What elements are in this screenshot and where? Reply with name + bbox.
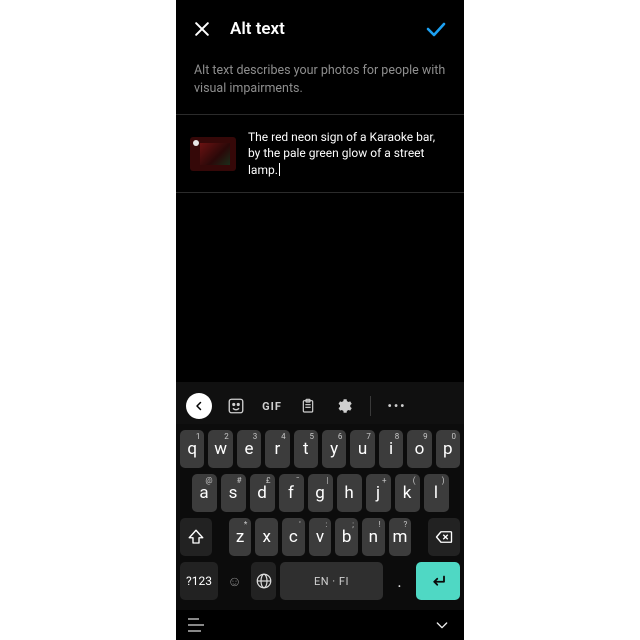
android-navbar — [176, 610, 464, 640]
key-backspace[interactable] — [428, 518, 460, 556]
key-c[interactable]: c' — [282, 518, 305, 556]
key-a[interactable]: a@ — [192, 474, 217, 512]
nav-hide-keyboard-icon[interactable] — [432, 617, 452, 633]
more-icon[interactable]: ••• — [385, 394, 409, 418]
description-text: Alt text describes your photos for peopl… — [176, 50, 464, 115]
key-period[interactable]: . — [387, 562, 412, 600]
clipboard-icon[interactable] — [296, 394, 320, 418]
close-button[interactable] — [188, 15, 216, 43]
key-space[interactable]: EN · FI — [280, 562, 383, 600]
key-shift[interactable] — [180, 518, 212, 556]
keyboard-row-1: q1 w2 e3 r4 t5 y6 u7 i8 o9 p0 — [180, 430, 460, 468]
key-r[interactable]: r4 — [265, 430, 289, 468]
key-n[interactable]: n! — [362, 518, 385, 556]
key-enter[interactable] — [416, 562, 460, 600]
key-x[interactable]: x — [255, 518, 278, 556]
alt-text-value: The red neon sign of a Karaoke bar, by t… — [248, 130, 435, 176]
nav-recent-icon[interactable] — [188, 618, 208, 632]
keyboard-row-3: z* x c' v: b; n! m? — [180, 518, 460, 556]
toolbar-back-button[interactable] — [186, 393, 212, 419]
confirm-button[interactable] — [420, 13, 452, 45]
key-t[interactable]: t5 — [294, 430, 318, 468]
key-language[interactable] — [251, 562, 276, 600]
text-cursor — [279, 163, 280, 176]
sticker-icon[interactable] — [224, 394, 248, 418]
key-f[interactable]: f¯ — [279, 474, 304, 512]
key-s[interactable]: s# — [221, 474, 246, 512]
alt-text-editor-screen: Alt text Alt text describes your photos … — [176, 0, 464, 640]
key-m[interactable]: m? — [389, 518, 412, 556]
key-symbols[interactable]: ?123 — [180, 562, 218, 600]
key-g[interactable]: g| — [308, 474, 333, 512]
keyboard-row-4: ?123 ☺ EN · FI . — [180, 562, 460, 600]
settings-icon[interactable] — [332, 394, 356, 418]
key-i[interactable]: i8 — [379, 430, 403, 468]
key-p[interactable]: p0 — [436, 430, 460, 468]
key-e[interactable]: e3 — [237, 430, 261, 468]
key-j[interactable]: j+ — [366, 474, 391, 512]
key-v[interactable]: v: — [309, 518, 332, 556]
key-u[interactable]: u7 — [350, 430, 374, 468]
gif-button[interactable]: GIF — [260, 394, 284, 418]
key-l[interactable]: l) — [424, 474, 449, 512]
keyboard-toolbar: GIF ••• — [176, 388, 464, 424]
alt-text-input[interactable]: The red neon sign of a Karaoke bar, by t… — [248, 129, 450, 178]
key-y[interactable]: y6 — [322, 430, 346, 468]
keyboard-row-2: a@ s# d£ f¯ g| h j+ k( l) — [180, 474, 460, 512]
alt-text-row: The red neon sign of a Karaoke bar, by t… — [176, 115, 464, 193]
key-h[interactable]: h — [337, 474, 362, 512]
key-q[interactable]: q1 — [180, 430, 204, 468]
keyboard-panel: GIF ••• q1 w2 e3 r4 t5 y6 u7 — [176, 382, 464, 610]
keyboard: q1 w2 e3 r4 t5 y6 u7 i8 o9 p0 a@ s# d£ f… — [176, 424, 464, 610]
page-title: Alt text — [230, 19, 420, 39]
key-k[interactable]: k( — [395, 474, 420, 512]
key-b[interactable]: b; — [335, 518, 358, 556]
key-z[interactable]: z* — [229, 518, 252, 556]
key-emoji[interactable]: ☺ — [222, 562, 247, 600]
toolbar-separator — [370, 396, 371, 416]
key-o[interactable]: o9 — [407, 430, 431, 468]
photo-thumbnail[interactable] — [190, 137, 236, 171]
key-w[interactable]: w2 — [208, 430, 232, 468]
header: Alt text — [176, 0, 464, 50]
key-d[interactable]: d£ — [250, 474, 275, 512]
